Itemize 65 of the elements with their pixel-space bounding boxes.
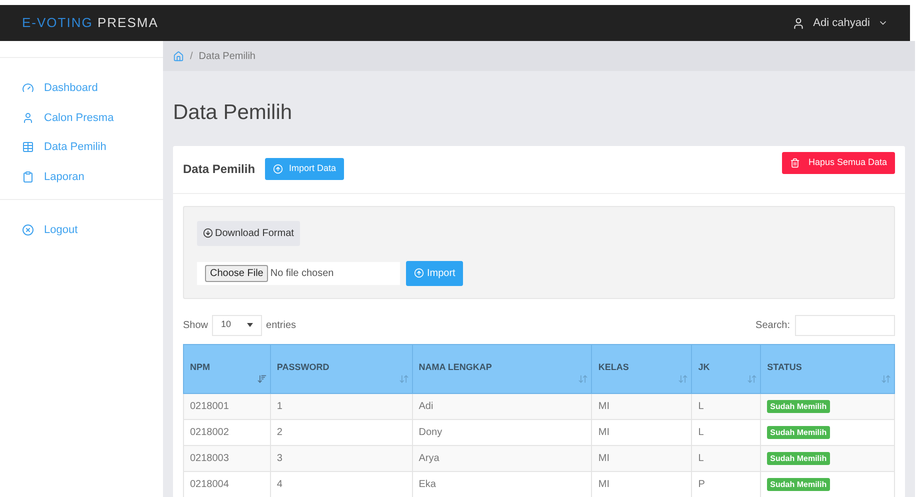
table-cell: P [698,478,705,490]
entries-label: entries [266,318,296,332]
table-cell: 0218003 [190,452,229,464]
status-badge: Sudah Memilih [767,452,830,464]
table-cell: L [698,400,704,412]
import-data-button[interactable]: Import Data [265,158,344,180]
clipboard-icon [22,170,34,183]
status-badge: Sudah Memilih [767,426,830,438]
table-cell: 0218004 [190,478,229,490]
logout-link[interactable]: Logout [0,222,163,238]
caret-icon [247,323,254,327]
table-cell: MI [598,452,610,464]
table-cell: Dony [418,426,442,438]
column-header[interactable]: STATUS [760,344,894,393]
status-badge: Sudah Memilih [767,478,830,490]
download-icon [203,228,213,238]
table-cell: MI [598,400,610,412]
table-cell: 1 [276,400,282,412]
gauge-icon [22,82,34,94]
close-icon [22,224,34,236]
home-icon[interactable] [173,50,184,62]
table-cell: MI [598,426,610,438]
search-label: Search: [756,318,790,332]
upload-icon [273,164,284,174]
column-header[interactable]: PASSWORD [270,344,412,393]
table-cell: Adi [418,400,434,412]
sidebar-item[interactable]: Dashboard [0,80,163,96]
user-icon [792,16,806,30]
table-icon [22,141,34,154]
download-format-button[interactable]: Download Format [197,220,300,246]
brand-logo[interactable]: E-VOTING PRESMA [22,13,158,33]
import-button[interactable]: Import [406,260,464,286]
search-field[interactable] [795,314,895,336]
file-input-field[interactable]: Choose File No file chosen [197,262,400,284]
table-cell: 0218002 [190,426,229,438]
table-cell: L [698,426,704,438]
delete-all-button[interactable]: Hapus Semua Data [782,152,895,174]
choose-file-button[interactable]: Choose File [205,264,268,282]
table-cell: Arya [418,452,440,464]
table-cell: Eka [418,478,436,490]
trash-icon [790,158,800,168]
file-status: No file chosen [270,266,334,280]
table-cell: 4 [276,478,282,490]
table-cell: 2 [276,426,282,438]
column-header[interactable]: NAMA LENGKAP [412,344,592,393]
show-label: Show [183,318,208,332]
status-badge: Sudah Memilih [767,400,830,412]
sidebar-item[interactable]: Data Pemilih [0,139,163,156]
column-header[interactable]: NPM [184,344,270,393]
column-header[interactable]: JK [692,344,761,393]
breadcrumb-text: Data Pemilih [198,50,256,64]
page-title: Data Pemilih [173,100,294,126]
column-header[interactable]: KELAS [592,344,692,393]
table-cell: 3 [276,452,282,464]
user-menu[interactable]: Adi cahyadi [792,14,888,32]
table-cell: 0218001 [190,400,229,412]
page-size-select[interactable]: 10 [212,314,262,336]
table-cell: MI [598,478,610,490]
card-title: Data Pemilih [183,161,256,178]
upload-icon [414,268,424,278]
sidebar-item[interactable]: Calon Presma [0,110,163,126]
user-icon [22,112,34,124]
sidebar-item[interactable]: Laporan [0,168,163,185]
breadcrumb-separator: / [190,50,193,64]
table-cell: L [698,452,704,464]
